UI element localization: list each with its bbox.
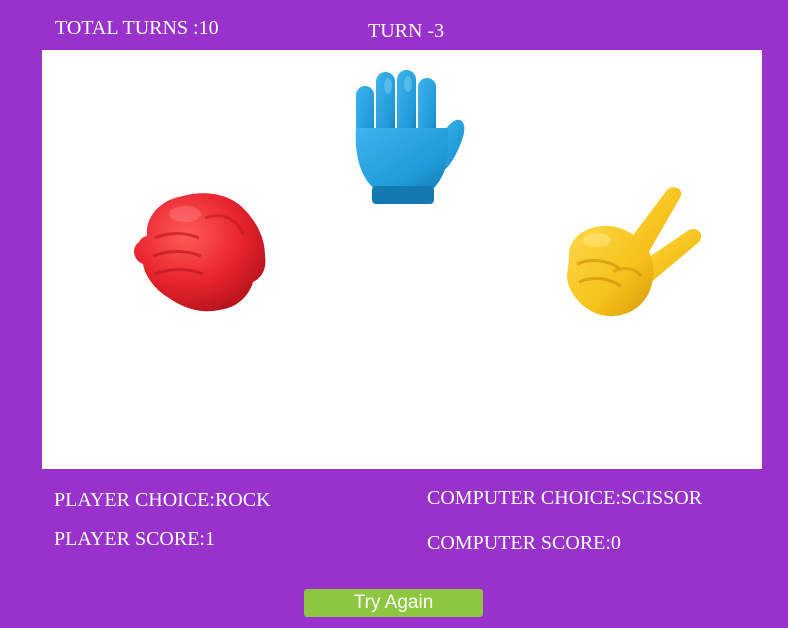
computer-choice-label: COMPUTER CHOICE:SCISSOR	[427, 487, 703, 509]
turn-number-label: TURN -3	[368, 20, 445, 42]
game-board	[42, 50, 762, 469]
rock-fist-icon[interactable]	[125, 178, 270, 318]
try-again-button[interactable]: Try Again	[304, 589, 483, 617]
player-choice-label: PLAYER CHOICE:ROCK	[54, 489, 271, 511]
paper-hand-icon[interactable]	[348, 68, 468, 210]
scissor-hand-icon[interactable]	[557, 184, 707, 324]
player-score-label: PLAYER SCORE:1	[54, 528, 215, 550]
computer-score-label: COMPUTER SCORE:0	[427, 532, 621, 554]
total-turns-label: TOTAL TURNS :10	[55, 17, 219, 39]
